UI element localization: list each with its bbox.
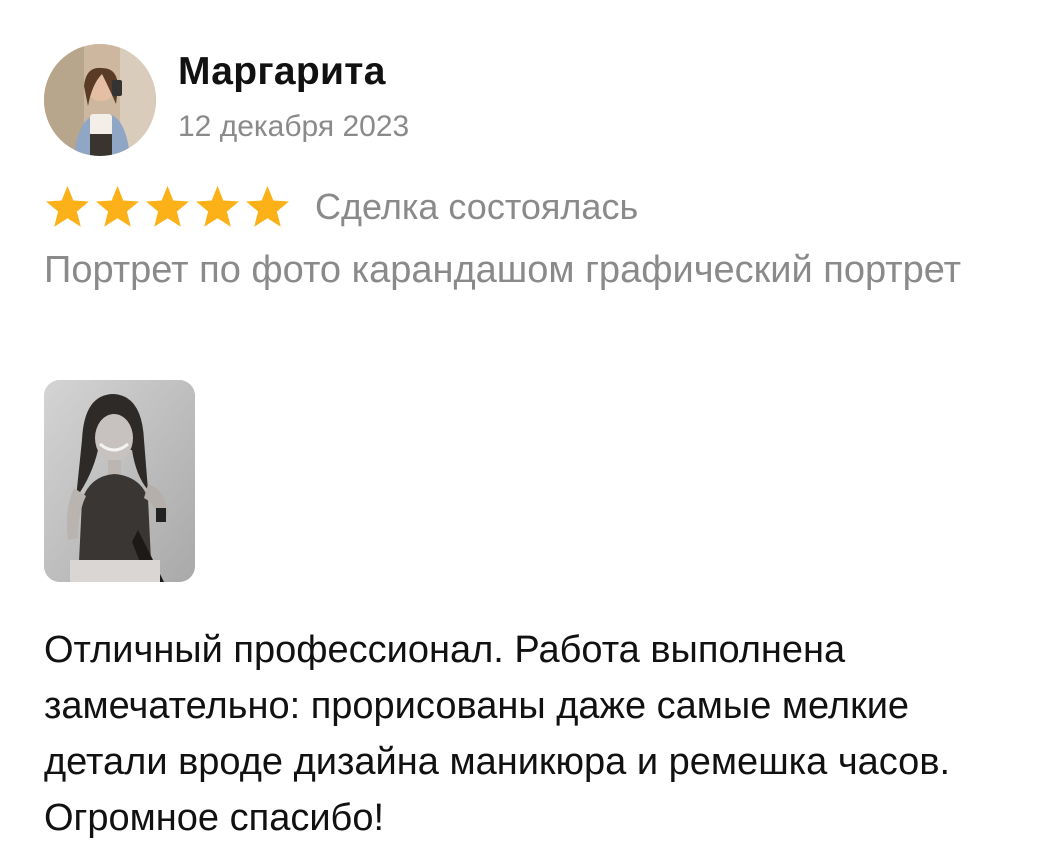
star-icon	[246, 185, 289, 227]
review-card: Маргарита 12 декабря 2023 Сделка состоял…	[0, 0, 1064, 856]
review-date: 12 декабря 2023	[178, 110, 410, 143]
attached-photo[interactable]	[44, 380, 195, 582]
service-title[interactable]: Портрет по фото карандашом графический п…	[44, 242, 1004, 298]
star-icon	[96, 185, 139, 227]
rating-stars	[44, 184, 291, 231]
avatar-photo-icon	[44, 44, 156, 156]
star-icon	[146, 185, 189, 227]
review-text: Отличный профессионал. Работа выполнена …	[44, 629, 951, 839]
author-name[interactable]: Маргарита	[178, 50, 386, 94]
author-avatar[interactable]	[44, 44, 156, 156]
deal-status: Сделка состоялась	[315, 186, 639, 227]
portrait-photo-icon	[44, 380, 195, 582]
star-icon	[196, 185, 239, 227]
rating-row: Сделка состоялась	[44, 182, 638, 232]
star-icon	[46, 185, 89, 227]
